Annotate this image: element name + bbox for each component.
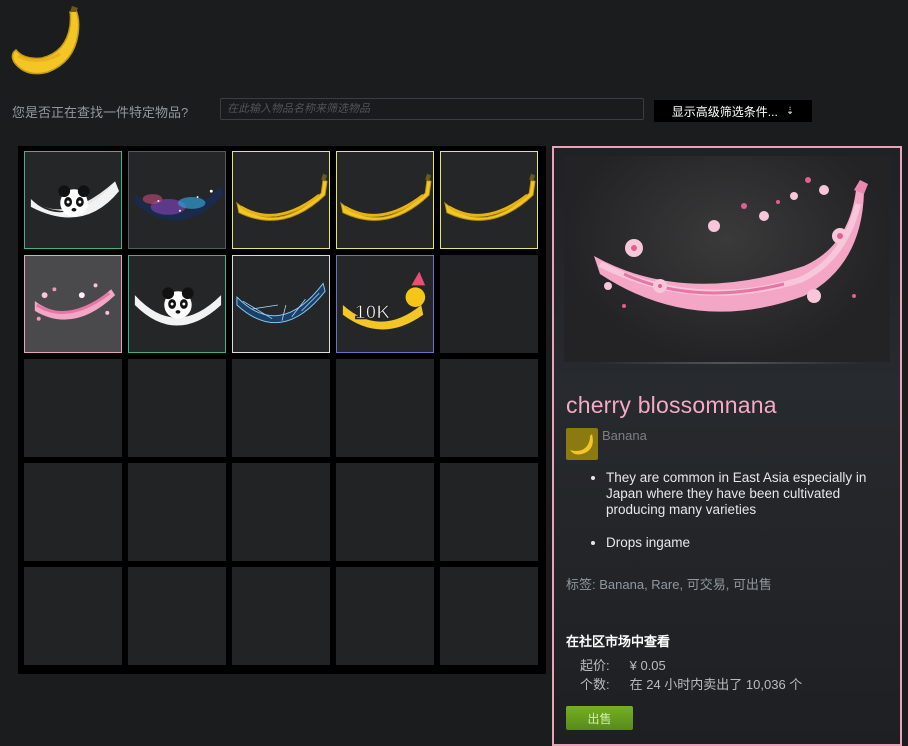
description-line: Drops ingame: [606, 535, 896, 551]
inventory-slot-empty[interactable]: [232, 567, 330, 665]
inventory-slot-panda-banana[interactable]: [128, 255, 226, 353]
item-hero-image: [564, 156, 890, 362]
game-name: Banana: [602, 428, 647, 443]
inventory-slot-empty[interactable]: [232, 463, 330, 561]
inventory-slot-empty[interactable]: [232, 359, 330, 457]
banana-icon: [340, 173, 432, 221]
inventory-slot-10k-banana[interactable]: 10K: [336, 255, 434, 353]
cherry-blossom-banana-icon: [34, 283, 116, 321]
10k-badge-text: 10K: [355, 302, 391, 324]
banana-icon: [444, 173, 536, 221]
inventory-slot-panda-banana[interactable]: [24, 151, 122, 249]
inventory-slot-banana[interactable]: [232, 151, 330, 249]
inventory-slot-empty[interactable]: [128, 359, 226, 457]
item-description: They are common in East Asia especially …: [566, 470, 896, 568]
description-line: They are common in East Asia especially …: [606, 470, 896, 518]
starting-price: ¥ 0.05: [629, 658, 666, 673]
inventory-slot-empty[interactable]: [24, 463, 122, 561]
galaxy-banana-icon: [134, 185, 224, 221]
filter-label: 您是否正在查找一件特定物品?: [12, 105, 189, 120]
inventory-slot-blue-wireframe-banana[interactable]: [232, 255, 330, 353]
volume-text: 在 24 小时内卖出了 10,036 个: [629, 677, 803, 692]
inventory-slot-empty[interactable]: [128, 567, 226, 665]
banana-game-icon: [566, 428, 598, 460]
inventory-slot-empty[interactable]: [440, 567, 538, 665]
inventory-slot-empty[interactable]: [24, 359, 122, 457]
10k-banana-icon: 10K: [342, 271, 426, 330]
starting-price-row: 起价: ¥ 0.05: [580, 655, 666, 674]
inventory-slot-galaxy-banana[interactable]: [128, 151, 226, 249]
banana-icon: [236, 173, 328, 221]
inventory-slot-empty[interactable]: [336, 463, 434, 561]
volume-label: 个数:: [580, 677, 610, 692]
double-chevron-down-icon: ⇣: [785, 105, 795, 117]
panda-banana-icon: [134, 287, 222, 326]
item-detail-panel: cherry blossomnana Banana They are commo…: [552, 146, 902, 746]
game-logo: [8, 4, 84, 78]
item-tags: 标签: Banana, Rare, 可交易, 可出售: [566, 574, 772, 593]
starting-price-label: 起价:: [580, 658, 610, 673]
inventory-slot-empty[interactable]: [128, 463, 226, 561]
hero-divider: [594, 362, 864, 364]
filter-bar: 您是否正在查找一件特定物品? 显示高级筛选条件... ⇣: [12, 98, 812, 124]
inventory-slot-empty[interactable]: [24, 567, 122, 665]
blue-wireframe-banana-icon: [236, 282, 326, 324]
inventory-slot-cherry-blossomnana[interactable]: [24, 255, 122, 353]
sell-button[interactable]: 出售: [566, 706, 633, 730]
inventory-slot-empty[interactable]: [336, 567, 434, 665]
tags-label: 标签:: [566, 577, 596, 592]
inventory-slot-empty[interactable]: [336, 359, 434, 457]
inventory-slot-empty[interactable]: [440, 255, 538, 353]
inventory-slot-banana[interactable]: [440, 151, 538, 249]
advanced-filter-label: 显示高级筛选条件...: [671, 104, 778, 119]
inventory-grid: 10K: [18, 146, 546, 674]
advanced-filter-button[interactable]: 显示高级筛选条件... ⇣: [654, 100, 812, 122]
tags-values: Banana, Rare, 可交易, 可出售: [599, 577, 772, 592]
inventory-slot-banana[interactable]: [336, 151, 434, 249]
inventory-slot-empty[interactable]: [440, 359, 538, 457]
inventory-slot-empty[interactable]: [440, 463, 538, 561]
volume-row: 个数: 在 24 小时内卖出了 10,036 个: [580, 674, 802, 693]
market-title: 在社区市场中查看: [566, 634, 671, 649]
search-input[interactable]: [220, 98, 644, 120]
panda-banana-icon: [30, 181, 120, 218]
item-name: cherry blossomnana: [566, 392, 777, 418]
